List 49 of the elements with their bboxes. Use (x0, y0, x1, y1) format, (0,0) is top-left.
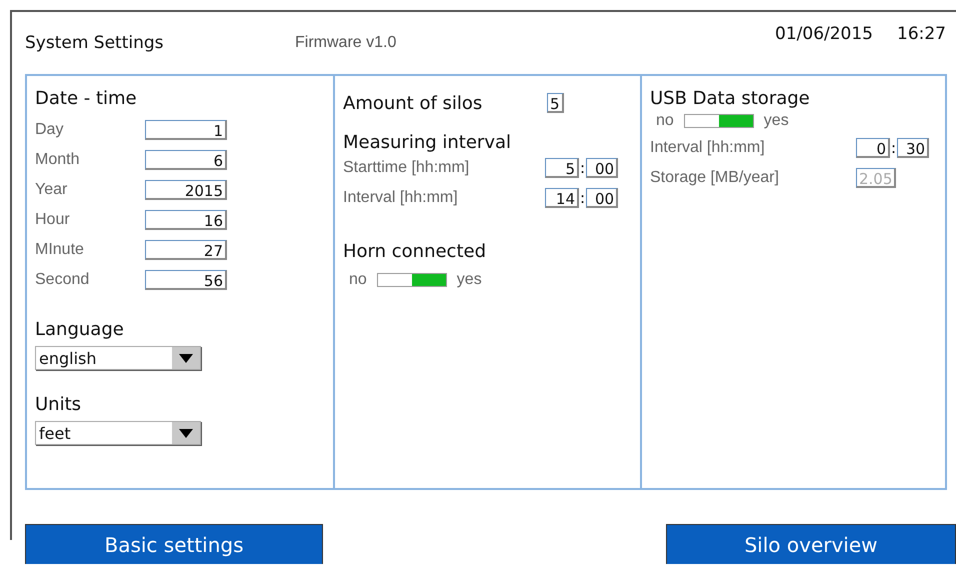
time-separator: : (579, 159, 586, 177)
section-heading: Date - time (35, 88, 138, 109)
dropdown[interactable]: feet (35, 421, 201, 445)
toggle-on-label: yes (456, 271, 482, 289)
time-separator: : (579, 189, 586, 207)
hours-field[interactable]: 0 (856, 138, 890, 158)
section-heading: Amount of silos (343, 92, 484, 114)
number-field[interactable]: 16 (145, 210, 227, 230)
field-label: Day (35, 121, 64, 139)
minutes-field[interactable]: 30 (897, 138, 930, 158)
field-label: Second (35, 271, 90, 289)
field-label: Hour (35, 211, 71, 229)
date: 01/06/2015 (775, 24, 873, 44)
toggle-on-label: yes (764, 112, 789, 130)
nav-button[interactable]: Silo overview (666, 524, 956, 564)
number-field[interactable]: 1 (145, 120, 227, 140)
field-label: Storage [MB/year] (650, 169, 780, 187)
dropdown-arrow-icon (179, 428, 193, 438)
number-field[interactable]: 6 (145, 150, 227, 170)
field-label: Year (35, 181, 68, 199)
minutes-field[interactable]: 00 (586, 188, 618, 208)
number-field[interactable]: 5 (547, 93, 564, 113)
toggle-off-label: no (656, 112, 674, 130)
toggle-switch[interactable] (684, 114, 754, 128)
time-separator: : (890, 139, 898, 157)
field-label: MInute (35, 241, 85, 259)
field-label: Interval [hh:mm] (343, 189, 459, 207)
dropdown[interactable]: english (35, 346, 201, 370)
nav-button[interactable]: Basic settings (25, 524, 323, 564)
section-heading: USB Data storage (650, 88, 811, 109)
number-field[interactable]: 27 (145, 240, 227, 260)
toggle-off-label: no (349, 271, 367, 289)
firmware-version: Firmware v1.0 (295, 34, 396, 52)
section-heading: Language (35, 319, 125, 340)
dropdown-arrow-icon (179, 354, 193, 362)
hours-field[interactable]: 5 (545, 158, 579, 178)
section-heading: Units (35, 394, 82, 415)
section-heading: Horn connected (343, 241, 488, 262)
field-label: Interval [hh:mm] (650, 139, 766, 157)
section-heading: Measuring interval (343, 132, 512, 153)
minutes-field[interactable]: 00 (586, 158, 618, 178)
field-label: Month (35, 151, 80, 169)
page-title: System Settings (25, 33, 165, 53)
time: 16:27 (897, 24, 946, 44)
number-field[interactable]: 56 (145, 270, 227, 290)
hours-field[interactable]: 14 (545, 188, 579, 208)
field-label: Starttime [hh:mm] (343, 159, 470, 177)
number-field[interactable]: 2015 (145, 180, 227, 200)
toggle-switch[interactable] (376, 273, 447, 287)
